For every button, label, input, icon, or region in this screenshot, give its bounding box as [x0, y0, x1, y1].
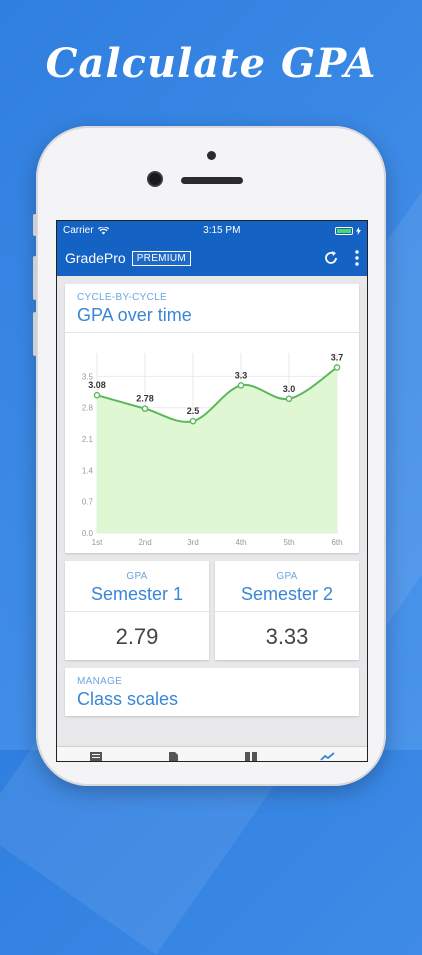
data-label: 2.78 — [136, 394, 154, 404]
card-title: GPA over time — [77, 305, 192, 325]
x-tick-label: 1st — [92, 538, 103, 547]
screen: Carrier 3:15 PM GradePro PREMIUM CYCLE-B… — [56, 220, 368, 762]
charging-bolt-icon — [356, 226, 361, 235]
y-tick-label: 2.8 — [82, 404, 94, 413]
data-point — [93, 391, 101, 399]
semester-1-card[interactable]: GPA Semester 1 2.79 — [65, 561, 209, 660]
premium-badge: PREMIUM — [131, 250, 192, 266]
data-label: 3.0 — [283, 384, 296, 394]
y-tick-label: 1.4 — [82, 466, 94, 475]
refresh-icon[interactable] — [323, 250, 339, 266]
data-point — [237, 382, 245, 389]
data-point — [141, 405, 149, 412]
semester-2-gpa-value: 3.33 — [265, 624, 309, 649]
data-label: 3.08 — [88, 380, 106, 390]
semester-1-gpa-value: 2.79 — [115, 624, 159, 649]
x-tick-label: 2nd — [138, 538, 151, 547]
data-point — [333, 364, 341, 371]
earpiece-speaker — [181, 177, 243, 184]
more-vert-icon[interactable] — [355, 250, 359, 266]
semester-2-title: Semester 2 — [240, 584, 334, 604]
gpa-chart: 0.00.71.42.12.83.53.081st2.782nd2.53rd3.… — [82, 352, 344, 547]
gpa-over-time-card[interactable]: CYCLE-BY-CYCLE GPA over time 0.0 0.7 1.4 2.… — [65, 284, 359, 553]
app-bar: GradePro PREMIUM — [57, 240, 367, 276]
y-tick-label: 2.1 — [82, 435, 94, 444]
tab-book-icon[interactable] — [241, 751, 261, 761]
wifi-icon — [97, 226, 109, 234]
data-point — [285, 395, 293, 403]
x-tick-label: 5th — [283, 538, 294, 547]
battery-icon — [335, 226, 353, 235]
content: CYCLE-BY-CYCLE GPA over time 0.0 0.7 1.4 2.… — [57, 276, 367, 716]
tab-document-icon[interactable] — [163, 751, 183, 761]
card-overline: CYCLE-BY-CYCLE — [77, 292, 167, 303]
clock: 3:15 PM — [203, 225, 241, 236]
y-tick-label: 0.7 — [82, 498, 94, 507]
x-tick-label: 3rd — [187, 538, 199, 547]
volume-down-button — [33, 312, 37, 356]
data-label: 3.3 — [235, 370, 248, 380]
mute-switch — [33, 214, 37, 236]
y-tick-label: 0.0 — [82, 529, 94, 538]
manage-class-scales-card[interactable]: MANAGE Class scales — [65, 668, 359, 716]
semester-row: GPA Semester 1 2.79 GPA Semester 2 3.33 — [65, 561, 359, 660]
manage-title: Class scales — [77, 689, 179, 709]
phone-frame: Carrier 3:15 PM GradePro PREMIUM CYCLE-B… — [33, 126, 386, 786]
semester-1-overline: GPA — [126, 571, 148, 582]
data-label: 3.7 — [331, 352, 344, 362]
tab-list-icon[interactable] — [86, 751, 106, 761]
status-bar: Carrier 3:15 PM — [57, 221, 367, 240]
tab-bar — [57, 746, 367, 761]
semester-1-title: Semester 1 — [90, 584, 184, 604]
gpa-area-fill — [97, 367, 337, 533]
x-tick-label: 4th — [235, 538, 246, 547]
data-label: 2.5 — [187, 406, 200, 416]
gpa-chart-container: 0.0 0.7 1.4 2.1 2.8 3.5 3.08 1st 2.78 2nd 2.5 3rd 3.… — [65, 333, 359, 553]
volume-up-button — [33, 256, 37, 300]
tab-chart-icon[interactable] — [318, 751, 338, 761]
semester-2-card[interactable]: GPA Semester 2 3.33 — [215, 561, 359, 660]
headline: Calculate GPA — [45, 40, 377, 87]
front-camera — [149, 173, 161, 185]
semester-2-overline: GPA — [276, 571, 298, 582]
app-name: GradePro — [65, 250, 126, 266]
carrier-label: Carrier — [63, 225, 94, 236]
x-tick-label: 6th — [331, 538, 342, 547]
proximity-sensor — [207, 151, 216, 160]
data-point — [189, 417, 197, 425]
manage-overline: MANAGE — [77, 676, 123, 687]
